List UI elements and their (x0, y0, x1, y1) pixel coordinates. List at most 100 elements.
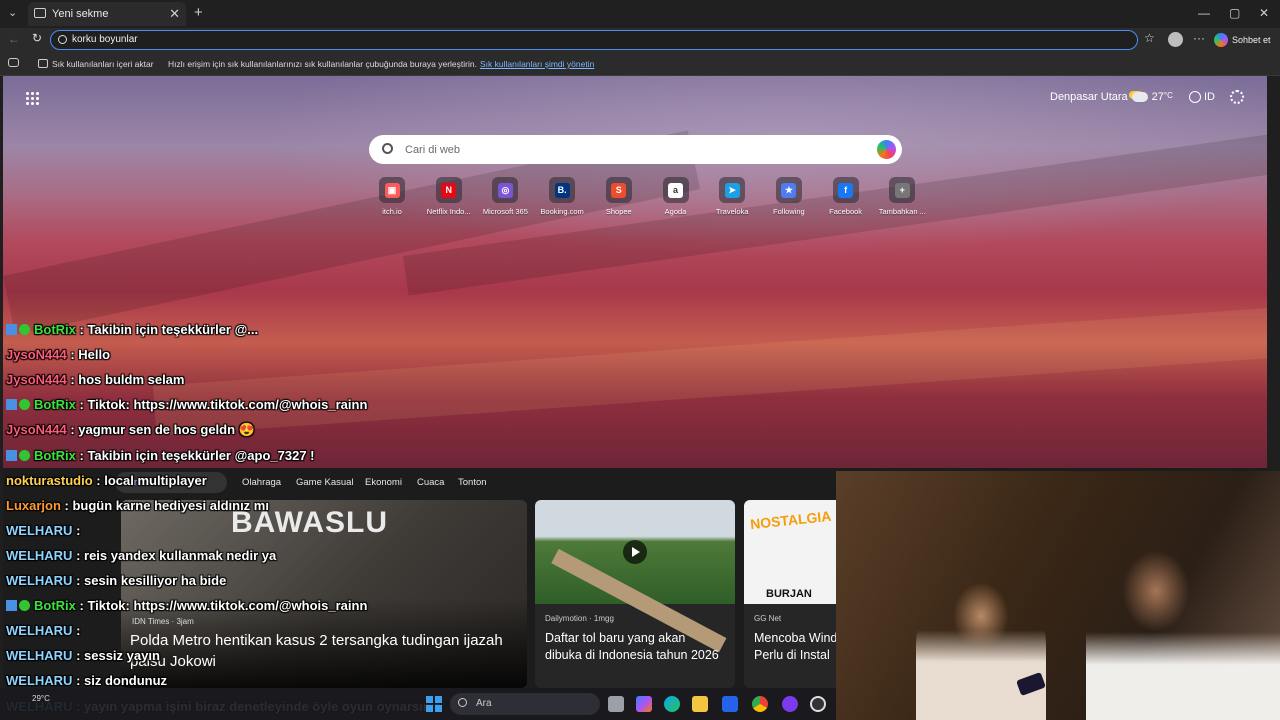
address-text[interactable]: korku boyunlar (72, 34, 138, 45)
news-card[interactable]: Dailymotion · 1mgg Daftar tol baru yang … (535, 500, 735, 688)
quick-link-icon: a (668, 182, 683, 198)
quick-link-tile[interactable]: a (662, 177, 689, 203)
region-selector[interactable]: ID (1189, 91, 1215, 104)
reading-mode-icon[interactable] (8, 58, 19, 67)
file-explorer-icon[interactable] (692, 696, 708, 712)
verified-badge-icon (19, 600, 30, 612)
chat-message: WELHARU : siz dondunuz (6, 673, 167, 688)
quick-links: ▣ itch.io N Netflix Indo... ◎ Microsoft 365 B.… (364, 177, 926, 221)
copilot-chat-button[interactable]: Sohbet et (1212, 30, 1276, 50)
mail-icon[interactable] (722, 696, 738, 712)
news-card[interactable]: NOSTALGIA BURJAN GG Net Mencoba Wind Bes… (744, 500, 844, 688)
play-icon[interactable] (623, 540, 647, 564)
favorites-hint-text: Hızlı erişim için sık kullanılanlarınızı… (168, 59, 477, 69)
favorites-hint: Hızlı erişim için sık kullanılanlarınızı… (168, 59, 594, 69)
chat-text: : Hello (70, 347, 111, 363)
edge-icon[interactable] (664, 696, 680, 712)
windows-start-icon[interactable] (426, 696, 442, 712)
new-tab-button[interactable]: + (194, 4, 203, 21)
chat-text: : siz dondunuz (76, 673, 168, 689)
chat-message: BotRix : Takibin için teşekkürler @... (6, 322, 258, 337)
chrome-icon[interactable] (752, 696, 768, 712)
verified-badge-icon (19, 324, 30, 335)
quick-link-label: Booking.com (540, 207, 584, 216)
quick-link[interactable]: N Netflix Indo... (421, 177, 477, 216)
chat-text: : sessiz yayın (76, 648, 160, 664)
quick-link-tile[interactable]: ★ (775, 177, 802, 203)
chat-message: WELHARU : sessiz yayın (6, 648, 160, 663)
chat-username: JysoN444 (6, 347, 67, 363)
verified-badge-icon (19, 449, 30, 461)
quick-link-tile[interactable]: N (435, 177, 462, 203)
minimize-button[interactable]: — (1198, 6, 1210, 20)
quick-link[interactable]: ★ Following (761, 177, 817, 216)
close-window-button[interactable]: ✕ (1259, 6, 1269, 20)
refresh-icon[interactable]: ↻ (32, 31, 42, 45)
copilot-icon[interactable] (636, 696, 652, 712)
chat-username: BotRix (34, 598, 76, 614)
quick-link-tile[interactable]: B. (549, 177, 576, 203)
close-tab-icon[interactable]: ✕ (169, 6, 180, 22)
tab-actions-icon[interactable]: ⌄ (8, 6, 17, 19)
page-settings-icon[interactable] (1230, 90, 1244, 104)
chat-username: BotRix (34, 397, 76, 413)
manage-favorites-link[interactable]: Sık kullanılanları şimdi yönetin (480, 59, 594, 69)
quick-link-icon: N (441, 182, 457, 198)
web-search-box[interactable]: Cari di web (369, 135, 902, 164)
quick-link-tile[interactable]: ➤ (719, 177, 746, 203)
chat-message: nokturastudio : local multiplayer (6, 473, 207, 488)
back-arrow-icon[interactable]: ← (8, 32, 20, 46)
partly-cloudy-icon (1131, 92, 1148, 103)
chat-text: : bugün karne hediyesi aldınız mı (64, 497, 269, 513)
quick-link[interactable]: ◎ Microsoft 365 (477, 177, 533, 216)
profile-avatar[interactable] (1168, 32, 1183, 47)
quick-link[interactable]: S Shopee (591, 177, 647, 216)
tab-title: Yeni sekme (52, 8, 109, 20)
weather-widget[interactable]: Denpasar Utara 27°C (1050, 91, 1173, 103)
chat-message: BotRix : Tiktok: https://www.tiktok.com/… (6, 397, 367, 412)
chat-username: WELHARU (6, 623, 73, 639)
chat-text: : local multiplayer (96, 472, 207, 488)
quick-link-icon: ▣ (384, 182, 400, 198)
import-favorites-button[interactable]: Sık kullanılanları içeri aktar (52, 59, 154, 69)
chat-text: : Tiktok: https://www.tiktok.com/@whois_… (79, 397, 368, 413)
app-launcher-icon[interactable] (25, 91, 39, 105)
quick-link-tile[interactable]: f (832, 177, 859, 203)
region-label: ID (1204, 91, 1215, 103)
feed-tab[interactable]: Tonton (458, 477, 487, 488)
obs-icon[interactable] (810, 696, 826, 712)
tab-new-tab[interactable]: Yeni sekme ✕ (28, 2, 186, 26)
chat-text: : Takibin için teşekkürler @apo_7327 ! (79, 447, 315, 463)
toolbar: ← ↻ korku boyunlar ☆ ··· Sohbet et (0, 28, 1280, 52)
taskbar-weather[interactable]: 29°C (32, 694, 50, 703)
quick-link[interactable]: ▣ itch.io (364, 177, 420, 216)
chat-message: WELHARU : (6, 523, 80, 538)
maximize-button[interactable]: ▢ (1229, 6, 1240, 20)
taskbar-search[interactable]: Ara (450, 693, 600, 715)
import-favorites-icon (38, 59, 48, 68)
card-title[interactable]: Mencoba Wind Beserta Aplika Perlu di Ins… (754, 630, 844, 664)
tab-bar: ⌄ Yeni sekme ✕ + — ▢ ✕ (0, 0, 1280, 28)
chat-username: WELHARU (6, 648, 73, 664)
bot-badge-icon (6, 324, 17, 335)
quick-link[interactable]: a Agoda (648, 177, 704, 216)
quick-link[interactable]: ➤ Traveloka (704, 177, 760, 216)
favorite-star-icon[interactable]: ☆ (1144, 31, 1155, 45)
task-view-icon[interactable] (608, 696, 624, 712)
quick-link-icon: + (894, 182, 910, 198)
quick-link-tile[interactable]: ▣ (379, 177, 405, 203)
app-icon[interactable] (782, 696, 798, 712)
more-options-icon[interactable]: ··· (1193, 31, 1205, 45)
quick-link[interactable]: + Tambahkan ... (874, 177, 930, 216)
quick-link[interactable]: f Facebook (818, 177, 874, 216)
quick-link-label: Following (773, 207, 805, 216)
quick-link-tile[interactable]: ◎ (492, 177, 519, 203)
stream-chat-overlay: BotRix : Takibin için teşekkürler @... J… (0, 322, 441, 720)
copilot-icon[interactable] (877, 140, 896, 159)
quick-link-tile[interactable]: S (605, 177, 632, 203)
quick-link-tile[interactable]: + (889, 177, 916, 203)
card-title[interactable]: Daftar tol baru yang akan dibuka di Indo… (545, 630, 725, 664)
chat-message: WELHARU : reis yandex kullanmak nedir ya (6, 548, 276, 563)
quick-link[interactable]: B. Booking.com (534, 177, 590, 216)
address-bar[interactable]: korku boyunlar (50, 30, 1138, 50)
